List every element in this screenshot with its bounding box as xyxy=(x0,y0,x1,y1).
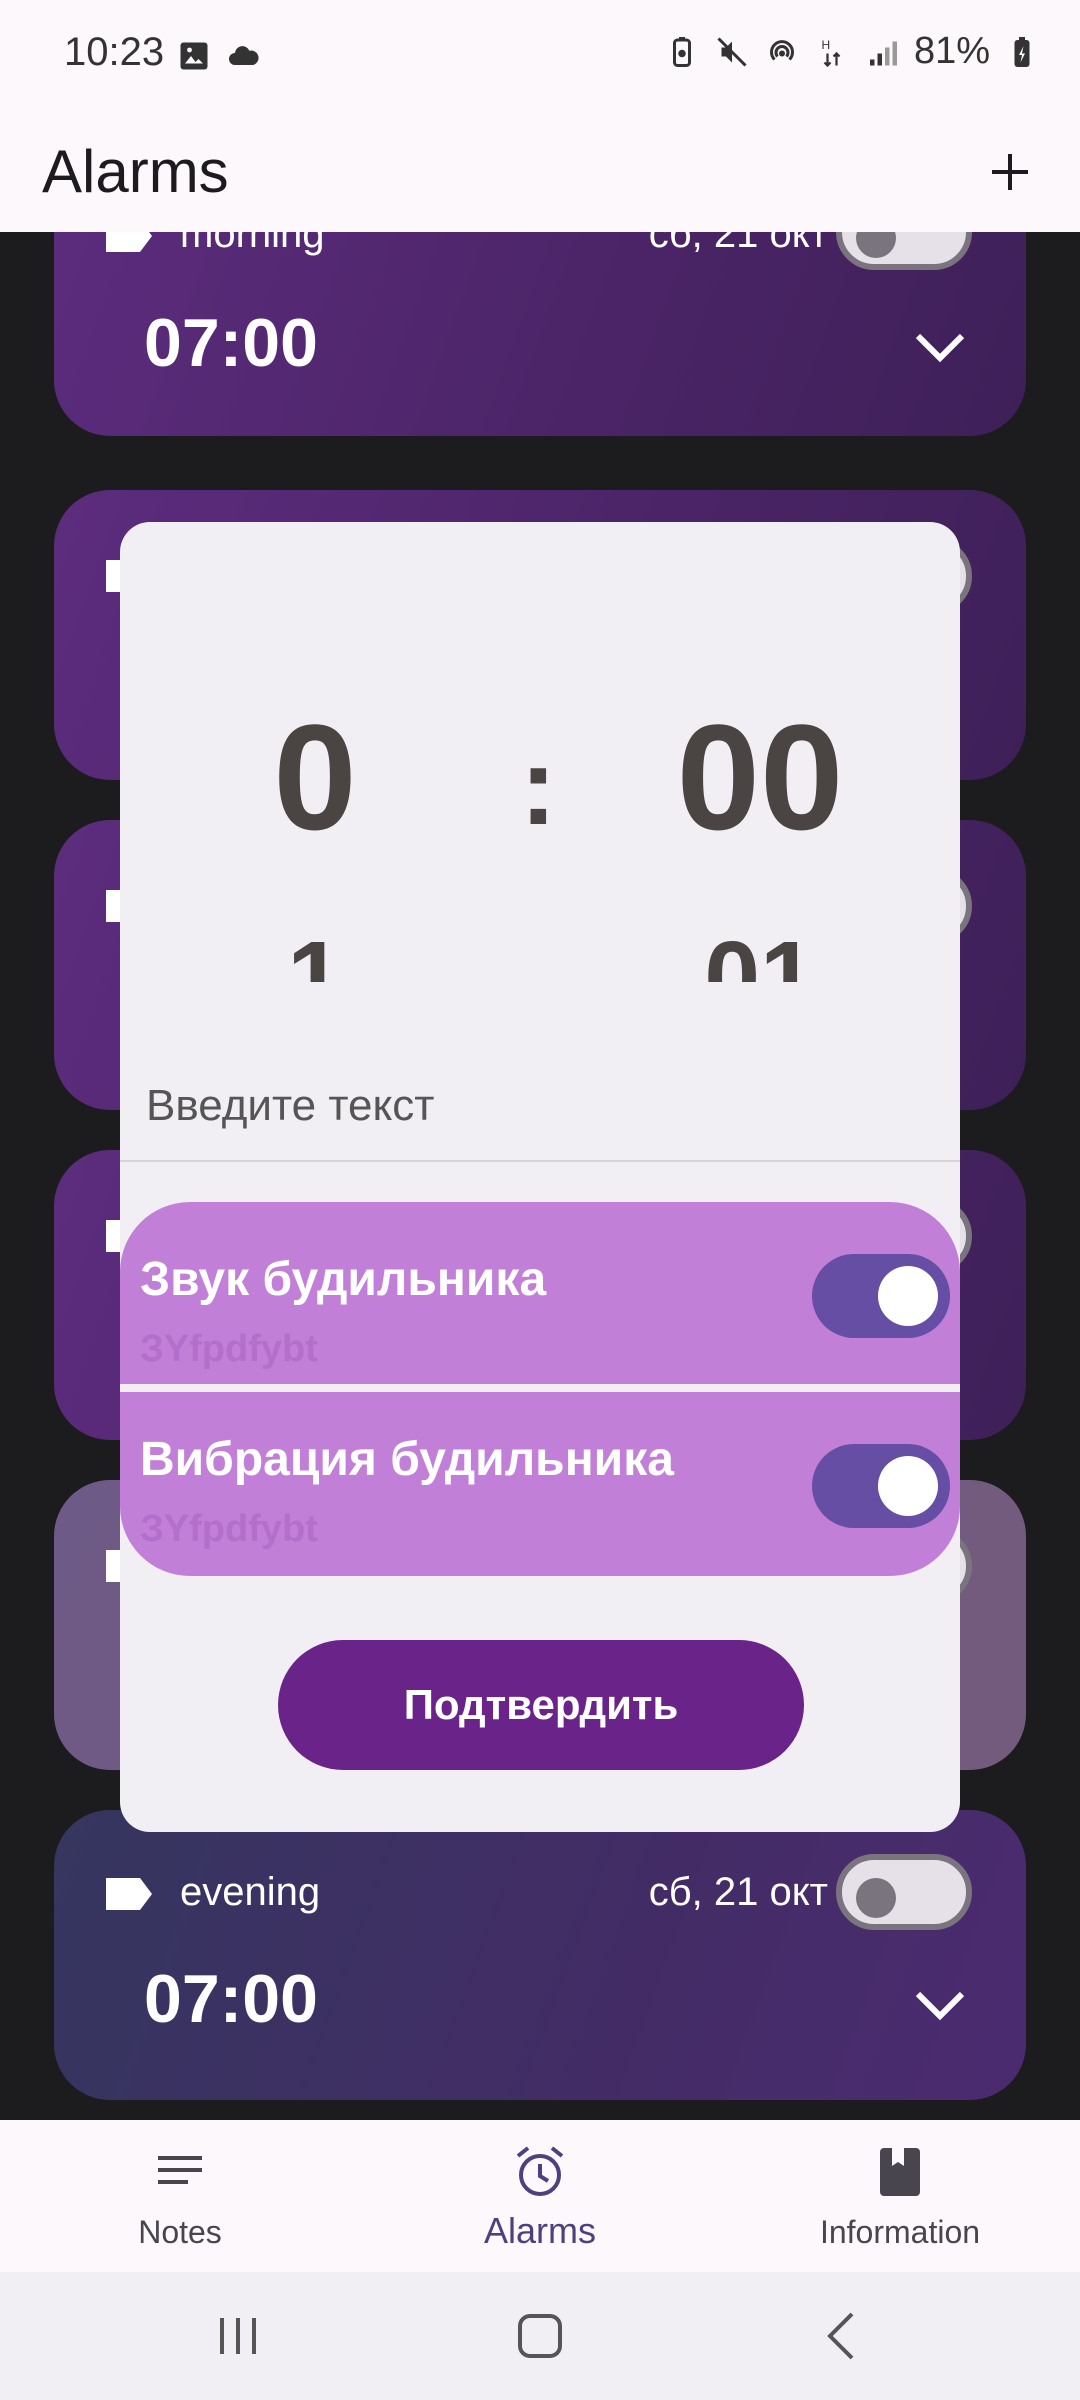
vibration-subtitle: ЗYfpdfybt xyxy=(140,1508,318,1550)
plus-icon xyxy=(992,154,1028,190)
vibration-title: Вибрация будильника xyxy=(140,1433,674,1486)
system-navigation-bar xyxy=(0,2272,1080,2400)
add-alarm-button[interactable] xyxy=(968,130,1052,214)
nav-label: Information xyxy=(819,2214,981,2250)
alarm-settings: Звук будильника ЗYfpdfybt Вибрация будил… xyxy=(120,1202,960,1576)
alarm-edit-dialog: 0 : 00 1 01 Звук будильника ЗYfpdfybt Ви… xyxy=(120,522,960,1832)
alarm-label: morning xyxy=(180,232,325,256)
recents-icon[interactable] xyxy=(208,2306,268,2366)
alarm-card-morning[interactable]: morning сб, 21 окт 07:00 xyxy=(54,232,1026,436)
hour-picker-value[interactable]: 0 xyxy=(240,702,390,852)
status-right-icons: H 81% xyxy=(664,30,1040,73)
alarm-time: 07:00 xyxy=(144,305,318,381)
sound-subtitle: ЗYfpdfybt xyxy=(140,1328,318,1370)
toggle-knob xyxy=(878,1456,938,1516)
battery-charging-icon xyxy=(1014,36,1030,67)
label-tag-icon xyxy=(106,232,152,252)
vibration-toggle[interactable] xyxy=(812,1444,950,1528)
chevron-down-icon[interactable] xyxy=(912,1988,968,2024)
toggle-knob xyxy=(856,1878,896,1918)
status-bar: 10:23 H 81% xyxy=(0,0,1080,112)
sound-title: Звук будильника xyxy=(140,1253,547,1306)
hour-picker-next[interactable]: 1 xyxy=(240,922,390,982)
svg-text:H: H xyxy=(821,38,830,52)
data-transfer-icon: H xyxy=(821,38,841,67)
bottom-navigation: Notes Alarms Information xyxy=(0,2120,1080,2272)
status-time: 10:23 xyxy=(64,30,165,74)
nav-label: Notes xyxy=(138,2214,222,2250)
nav-item-notes[interactable]: Notes xyxy=(0,2120,360,2272)
alarm-label: evening xyxy=(180,1870,321,1914)
sound-setting-row[interactable]: Звук будильника ЗYfpdfybt xyxy=(120,1202,960,1384)
image-icon xyxy=(180,42,208,70)
alarm-label-input[interactable] xyxy=(120,1052,960,1162)
chevron-down-icon[interactable] xyxy=(912,330,968,366)
nav-label: Alarms xyxy=(483,2210,596,2251)
mute-icon xyxy=(717,36,747,67)
nav-item-alarms[interactable]: Alarms xyxy=(360,2120,720,2272)
nav-item-information[interactable]: Information xyxy=(720,2120,1080,2272)
battery-saver-icon xyxy=(672,36,691,67)
alarm-toggle[interactable] xyxy=(836,1854,972,1930)
alarm-date: сб, 21 окт xyxy=(648,1870,828,1914)
alarm-time: 07:00 xyxy=(144,1961,318,2037)
minute-picker-next[interactable]: 01 xyxy=(660,922,860,982)
alarm-icon xyxy=(516,2146,564,2196)
signal-icon xyxy=(869,41,897,65)
vibration-setting-row[interactable]: Вибрация будильника ЗYfpdfybt xyxy=(120,1392,960,1574)
confirm-button[interactable]: Подтвердить xyxy=(278,1640,804,1770)
toggle-knob xyxy=(856,232,896,258)
alarm-card-evening[interactable]: evening сб, 21 окт 07:00 xyxy=(54,1810,1026,2100)
alarm-date: сб, 21 окт xyxy=(648,232,828,256)
toggle-knob xyxy=(878,1266,938,1326)
minute-picker-value[interactable]: 00 xyxy=(660,702,860,852)
hotspot-icon xyxy=(769,39,794,61)
app-bar: Alarms xyxy=(0,112,1080,232)
alarm-toggle[interactable] xyxy=(836,232,972,270)
book-icon xyxy=(880,2148,920,2196)
back-icon[interactable] xyxy=(812,2306,872,2366)
time-separator: : xyxy=(520,725,557,848)
label-tag-icon xyxy=(106,1878,152,1910)
status-left-icons xyxy=(176,38,262,74)
notes-icon xyxy=(158,2156,202,2184)
cloud-icon xyxy=(229,46,259,65)
page-title: Alarms xyxy=(42,138,229,205)
home-icon[interactable] xyxy=(510,2306,570,2366)
battery-percent: 81% xyxy=(913,30,990,72)
divider xyxy=(120,1384,960,1392)
sound-toggle[interactable] xyxy=(812,1254,950,1338)
